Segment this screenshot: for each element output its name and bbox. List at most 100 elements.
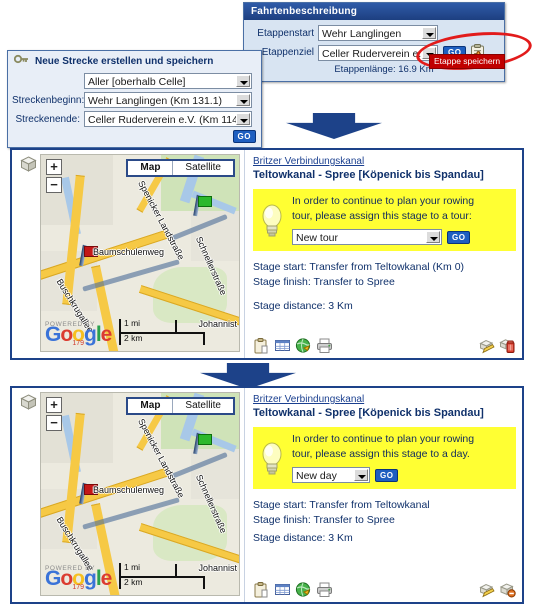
google-watermark-1: POWERED BY Google 179 [45, 321, 112, 347]
edit-stage-icon[interactable] [478, 337, 495, 354]
stage-panel-tour: + − Map Satellite Spenicker Landstraße S… [10, 148, 524, 360]
breadcrumb[interactable]: Britzer Verbindungskanal [253, 156, 516, 167]
end-flag-marker[interactable] [193, 194, 215, 217]
stage-endpoints-1: Stage start: Transfer from Teltowkanal (… [253, 260, 516, 290]
tour-go-button[interactable]: GO [447, 230, 471, 244]
fahrtenbeschreibung-window: Fahrtenbeschreibung Etappenstart Wehr La… [243, 2, 505, 82]
map-type-tabs-2[interactable]: Map Satellite [126, 397, 235, 415]
tour-assign-row: New tour GO [292, 229, 474, 245]
page-title: Teltowkanal - Spree [Köpenick bis Spanda… [253, 407, 484, 419]
tab-map[interactable]: Map [128, 161, 172, 175]
google-map-2[interactable]: + − Map Satellite Spenicker Landstraße S… [40, 392, 240, 596]
tour-select-value: New tour [296, 232, 339, 244]
action-icon-bar-1 [253, 337, 516, 354]
action-icon-bar-2 [253, 581, 516, 598]
day-select[interactable]: New day [292, 467, 370, 483]
etappenstart-select[interactable]: Wehr Langlingen [318, 25, 438, 41]
etappenstart-label: Etappenstart [257, 27, 314, 39]
hint-line-1: In order to continue to plan your rowing [292, 433, 475, 445]
streckenbeginn-label: Streckenbeginn: [12, 94, 85, 106]
tab-satellite[interactable]: Satellite [173, 161, 233, 175]
streckenende-select[interactable]: Celler Ruderverein e.V. (Km 114.2) [84, 111, 252, 127]
day-go-button[interactable]: GO [375, 468, 399, 482]
tab-map[interactable]: Map [128, 399, 172, 413]
zoom-out-button[interactable]: − [46, 415, 62, 431]
scale-km: 2 km [124, 577, 143, 587]
map-zoom-controls-2[interactable]: + − [46, 397, 62, 433]
globe-export-icon[interactable] [295, 581, 312, 598]
zoom-in-button[interactable]: + [46, 159, 62, 175]
globe-export-icon[interactable] [295, 337, 312, 354]
end-flag-marker[interactable] [193, 432, 215, 455]
stage-finish-text: Stage finish: Transfer to Spree [253, 514, 395, 526]
scale-km: 2 km [124, 333, 143, 343]
hint-line-2: tour, please assign this stage to a day. [292, 448, 470, 460]
streckenende-label: Streckenende: [15, 113, 81, 125]
chevron-down-icon[interactable] [236, 94, 250, 106]
screenshot-root: Fahrtenbeschreibung Etappenstart Wehr La… [0, 0, 534, 610]
streckenbeginn-value: Wehr Langlingen (Km 131.1) [88, 95, 223, 107]
river-row: Aller [oberhalb Celle] [12, 73, 257, 89]
tab-satellite[interactable]: Satellite [173, 399, 233, 413]
neue-strecke-window: Neue Strecke erstellen und speichern All… [7, 50, 262, 148]
google-watermark-2: POWERED BY Google 179 [45, 565, 112, 591]
clipboard-icon[interactable] [253, 581, 270, 598]
river-value: Aller [oberhalb Celle] [88, 76, 186, 88]
scale-miles: 1 mi [124, 318, 141, 328]
stage-start-text: Stage start: Transfer from Teltowkanal (… [253, 261, 465, 273]
zoom-in-button[interactable]: + [46, 397, 62, 413]
info-column-1: Britzer Verbindungskanal Teltowkanal - S… [244, 150, 522, 358]
delete-stage-icon[interactable] [499, 337, 516, 354]
fahrtenbeschreibung-titlebar: Fahrtenbeschreibung [244, 3, 504, 20]
zoom-out-button[interactable]: − [46, 177, 62, 193]
3d-cube-icon[interactable] [20, 394, 37, 411]
page-title: Teltowkanal - Spree [Köpenick bis Spanda… [253, 169, 484, 181]
etappenziel-select[interactable]: Celler Ruderverein e.V. [318, 44, 438, 61]
clipboard-icon[interactable] [253, 337, 270, 354]
map-type-tabs-1[interactable]: Map Satellite [126, 159, 235, 177]
edit-stage-icon[interactable] [478, 581, 495, 598]
table-icon[interactable] [274, 337, 291, 354]
flow-arrow-1 [286, 113, 382, 139]
river-select[interactable]: Aller [oberhalb Celle] [84, 73, 252, 89]
stage-distance-text: Stage distance: 3 Km [253, 300, 353, 312]
tour-select[interactable]: New tour [292, 229, 442, 245]
hint-line-1: In order to continue to plan your rowing [292, 195, 475, 207]
day-assign-row: New day GO [292, 467, 474, 483]
scale-miles: 1 mi [124, 562, 141, 572]
neue-strecke-header: Neue Strecke erstellen und speichern [8, 51, 261, 73]
map-column-1: + − Map Satellite Spenicker Landstraße S… [12, 150, 244, 358]
streckenende-value: Celler Ruderverein e.V. (Km 114.2) [88, 114, 251, 126]
map-scale-bar-1: 1 mi 2 km [119, 318, 205, 345]
stage-panel-day: + − Map Satellite Spenicker Landstraße S… [10, 386, 524, 604]
key-icon [13, 54, 29, 69]
strecke-go-button[interactable]: GO [232, 130, 256, 143]
chevron-down-icon[interactable] [354, 469, 368, 481]
etappenziel-value: Celler Ruderverein e.V. [322, 47, 431, 60]
strecke-go-row: GO [12, 130, 257, 143]
etappe-speichern-tooltip: Etappe speichern [429, 54, 506, 69]
chevron-down-icon[interactable] [422, 27, 436, 39]
map-zoom-controls-1[interactable]: + − [46, 159, 62, 195]
stage-distance-text: Stage distance: 3 Km [253, 532, 353, 544]
streckenbeginn-row: Streckenbeginn: Wehr Langlingen (Km 131.… [12, 92, 257, 108]
printer-icon[interactable] [316, 337, 333, 354]
day-select-value: New day [296, 470, 337, 482]
chevron-down-icon[interactable] [236, 113, 250, 125]
chevron-down-icon[interactable] [236, 75, 250, 87]
breadcrumb[interactable]: Britzer Verbindungskanal [253, 394, 516, 405]
remove-stage-icon[interactable] [499, 581, 516, 598]
streckenende-row: Streckenende: Celler Ruderverein e.V. (K… [12, 111, 257, 127]
stage-start-text: Stage start: Transfer from Teltowkanal [253, 499, 430, 511]
lightbulb-icon [257, 440, 287, 476]
streckenbeginn-select[interactable]: Wehr Langlingen (Km 131.1) [84, 92, 252, 108]
stage-endpoints-2: Stage start: Transfer from Teltowkanal S… [253, 498, 516, 528]
chevron-down-icon[interactable] [426, 231, 440, 243]
table-icon[interactable] [274, 581, 291, 598]
map-scale-bar-2: 1 mi 2 km [119, 562, 205, 589]
printer-icon[interactable] [316, 581, 333, 598]
3d-cube-icon[interactable] [20, 156, 37, 173]
etappenstart-value: Wehr Langlingen [322, 28, 402, 40]
google-map-1[interactable]: + − Map Satellite Spenicker Landstraße S… [40, 154, 240, 352]
info-column-2: Britzer Verbindungskanal Teltowkanal - S… [244, 388, 522, 602]
